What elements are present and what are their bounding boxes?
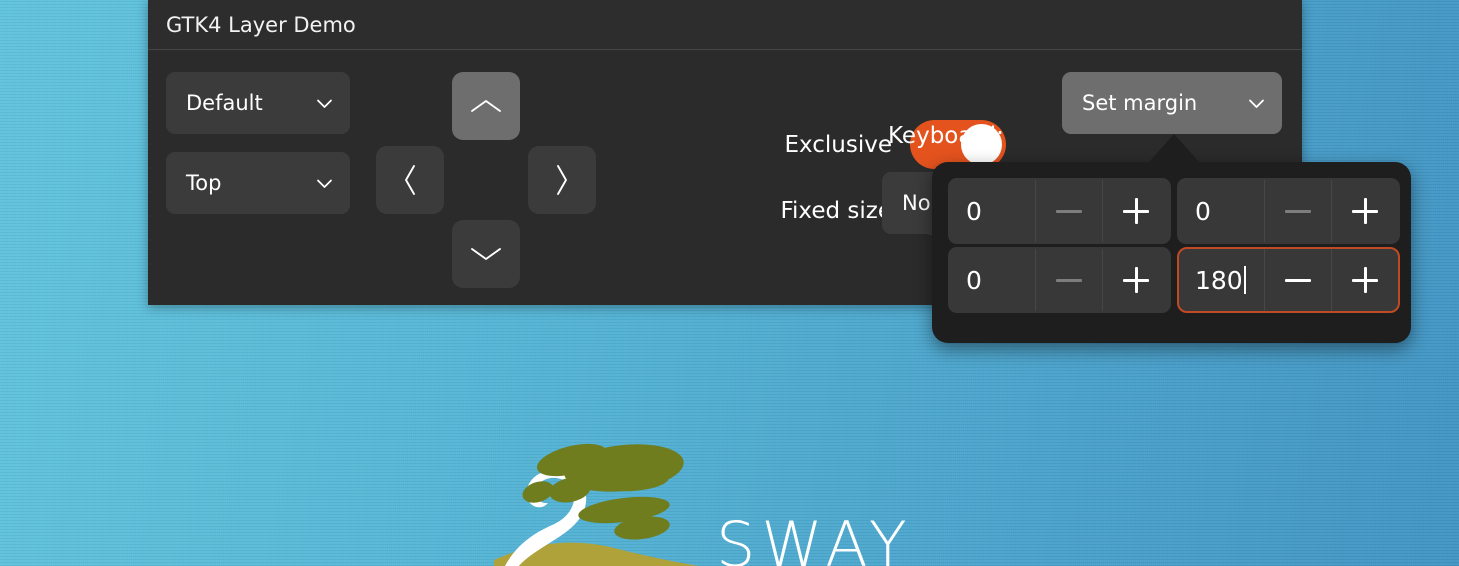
layer-dropdown[interactable]: Default <box>166 72 350 134</box>
anchor-edge-dropdown[interactable]: Top <box>166 152 350 214</box>
margin-spinner-bottom-plus-button[interactable] <box>1102 249 1169 311</box>
margin-spinner-left-minus-button[interactable] <box>1035 180 1102 242</box>
margin-spinner-top-plus-button[interactable] <box>1331 180 1398 242</box>
margin-spinner-top[interactable]: 0 <box>1177 178 1400 244</box>
margin-spinner-right-minus-button[interactable] <box>1264 249 1331 311</box>
set-margin-button[interactable]: Set margin <box>1062 72 1282 134</box>
chevron-down-icon <box>315 174 334 193</box>
chevron-down-icon <box>1247 94 1266 113</box>
margin-spinner-bottom[interactable]: 0 <box>948 247 1171 313</box>
margin-spinner-bottom-value[interactable]: 0 <box>950 249 1035 311</box>
chevron-up-icon <box>469 96 503 116</box>
anchor-left-button[interactable] <box>376 146 444 214</box>
anchor-edge-dropdown-label: Top <box>186 171 222 195</box>
chevron-right-icon <box>552 163 572 197</box>
fixed-size-label: Fixed size <box>780 197 892 224</box>
margin-spinner-right-value[interactable]: 180 <box>1179 249 1264 311</box>
margin-spinner-bottom-minus-button[interactable] <box>1035 249 1102 311</box>
sway-wordmark: SWAY <box>716 508 913 566</box>
window-titlebar: GTK4 Layer Demo <box>148 0 1302 50</box>
chevron-down-icon <box>315 94 334 113</box>
margin-spinner-right-plus-button[interactable] <box>1331 249 1398 311</box>
set-margin-popover: 0 0 0 180 <box>932 162 1411 343</box>
chevron-left-icon <box>400 163 420 197</box>
margin-spinner-top-value[interactable]: 0 <box>1179 180 1264 242</box>
margin-spinner-right[interactable]: 180 <box>1177 247 1400 313</box>
chevron-down-icon <box>469 244 503 264</box>
margin-spinner-left-plus-button[interactable] <box>1102 180 1169 242</box>
set-margin-button-label: Set margin <box>1082 91 1198 115</box>
exclusive-label: Exclusive <box>784 131 893 158</box>
anchor-up-button[interactable] <box>452 72 520 140</box>
anchor-down-button[interactable] <box>452 220 520 288</box>
margin-spinner-grid: 0 0 0 180 <box>948 178 1400 313</box>
anchor-right-button[interactable] <box>528 146 596 214</box>
margin-spinner-left-value[interactable]: 0 <box>950 180 1035 242</box>
desktop-root: SWAY GTK4 Layer Demo Default Top Exclusi… <box>0 0 1459 566</box>
margin-spinner-left[interactable]: 0 <box>948 178 1171 244</box>
window-title: GTK4 Layer Demo <box>166 12 356 37</box>
margin-spinner-right-text: 180 <box>1195 265 1243 295</box>
popover-arrow <box>1148 134 1200 163</box>
layer-dropdown-label: Default <box>186 91 263 115</box>
keyboard-label: Keyboard: <box>888 123 1004 149</box>
text-cursor <box>1243 266 1246 294</box>
margin-spinner-top-minus-button[interactable] <box>1264 180 1331 242</box>
